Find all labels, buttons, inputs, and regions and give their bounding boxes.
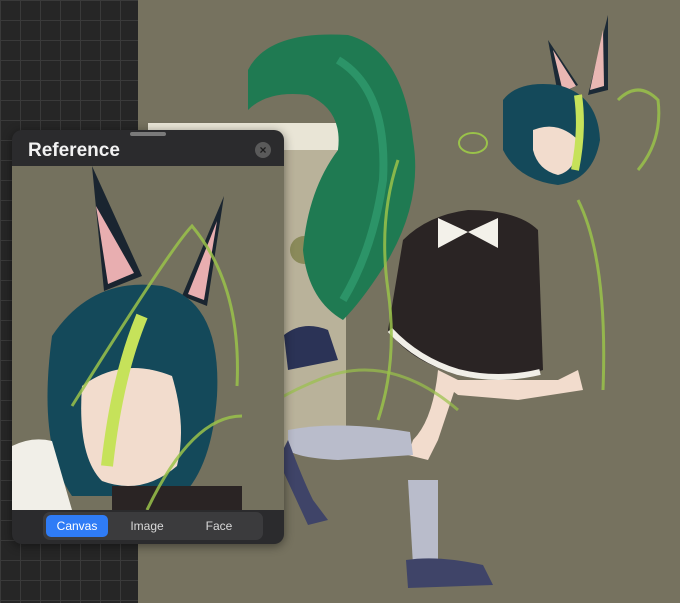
reference-mode-tabs: Canvas Image Face: [43, 512, 263, 540]
reference-viewport[interactable]: [12, 166, 284, 510]
tab-face[interactable]: Face: [188, 515, 250, 537]
reference-panel[interactable]: Reference × Canvas Image Face: [12, 130, 284, 544]
drag-handle-icon[interactable]: [130, 132, 166, 136]
reference-title: Reference: [28, 140, 120, 161]
sock-left: [288, 425, 413, 460]
reference-artwork: [12, 166, 243, 510]
dress-shape: [388, 210, 543, 379]
sock-right: [408, 480, 438, 565]
tab-canvas[interactable]: Canvas: [46, 515, 108, 537]
tab-image[interactable]: Image: [116, 515, 178, 537]
close-icon[interactable]: ×: [255, 142, 271, 158]
reference-face: [81, 368, 181, 486]
shoe-right: [406, 558, 493, 588]
